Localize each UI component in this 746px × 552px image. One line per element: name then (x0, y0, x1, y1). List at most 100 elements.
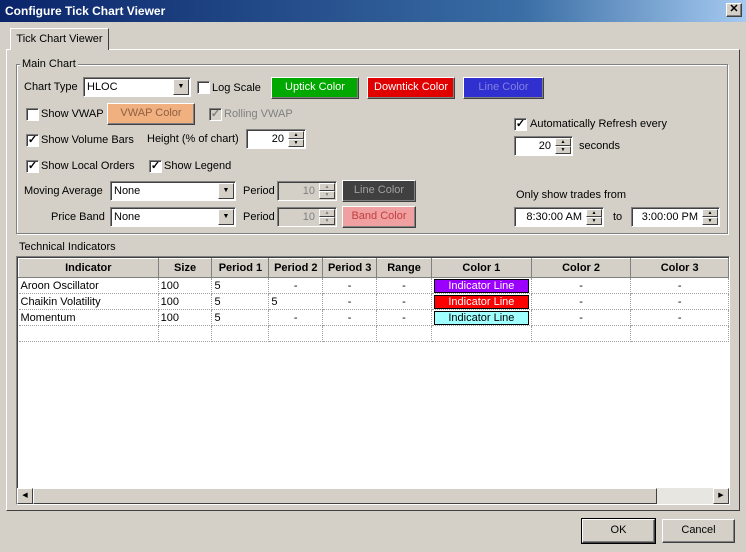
color-1-cell[interactable]: Indicator Line (431, 309, 532, 326)
empty-cell[interactable] (376, 325, 432, 342)
column-header-indicator[interactable]: Indicator (18, 258, 159, 278)
color-1-swatch[interactable]: Indicator Line (433, 278, 529, 293)
uptick-color-button[interactable]: Uptick Color (271, 77, 359, 99)
from-time-picker[interactable]: 8:30:00 AM ▲ ▼ (514, 207, 604, 227)
tab-tick-chart-viewer[interactable]: Tick Chart Viewer (10, 28, 109, 50)
ma-period-stepper[interactable]: 10 ▲ ▼ (277, 181, 337, 201)
indicators-grid[interactable]: Indicator Size Period 1 Period 2 Period … (16, 256, 730, 505)
color-1-cell[interactable]: Indicator Line (431, 293, 532, 310)
vwap-color-button[interactable]: VWAP Color (107, 103, 195, 125)
down-arrow-icon[interactable]: ▼ (319, 217, 335, 225)
up-arrow-icon[interactable]: ▲ (319, 183, 335, 191)
moving-average-select[interactable]: None ▼ (110, 181, 236, 201)
column-header-range[interactable]: Range (376, 258, 432, 278)
period-1-cell[interactable]: 5 (211, 277, 270, 294)
down-arrow-icon[interactable]: ▼ (586, 217, 602, 225)
color-2-cell[interactable]: - (531, 277, 632, 294)
chevron-down-icon[interactable]: ▼ (173, 79, 189, 95)
ma-line-color-button[interactable]: Line Color (342, 180, 416, 202)
size-cell[interactable]: 100 (158, 277, 213, 294)
column-header-color-3[interactable]: Color 3 (630, 258, 729, 278)
up-arrow-icon[interactable]: ▲ (586, 209, 602, 217)
color-1-swatch[interactable]: Indicator Line (433, 310, 529, 325)
period-3-cell[interactable]: - (322, 309, 378, 326)
horizontal-scrollbar[interactable]: ◀ ▶ (17, 488, 729, 504)
log-scale-checkbox[interactable] (197, 81, 210, 94)
empty-cell[interactable] (322, 325, 378, 342)
up-arrow-icon[interactable]: ▲ (555, 138, 571, 146)
table-row[interactable]: Chaikin Volatility 100 5 5 - - Indicator… (18, 293, 729, 310)
band-color-button[interactable]: Band Color (342, 206, 416, 228)
color-3-cell[interactable]: - (630, 277, 729, 294)
column-header-period-1[interactable]: Period 1 (211, 258, 270, 278)
up-arrow-icon[interactable]: ▲ (288, 131, 304, 139)
down-arrow-icon[interactable]: ▼ (288, 139, 304, 147)
column-header-size[interactable]: Size (157, 258, 213, 278)
close-button[interactable]: ✕ (726, 3, 742, 17)
auto-refresh-checkbox[interactable]: ✓ (514, 118, 527, 131)
color-1-swatch[interactable]: Indicator Line (433, 294, 529, 309)
column-header-period-3[interactable]: Period 3 (322, 258, 378, 278)
period-1-cell[interactable]: 5 (211, 309, 270, 326)
refresh-interval-stepper[interactable]: 20 ▲ ▼ (514, 136, 573, 156)
show-legend-checkbox[interactable]: ✓ (149, 160, 162, 173)
range-cell[interactable]: - (376, 293, 432, 310)
empty-cell[interactable] (18, 325, 159, 342)
indicator-cell[interactable]: Chaikin Volatility (18, 293, 159, 310)
table-row[interactable]: Aroon Oscillator 100 5 - - - Indicator L… (18, 277, 729, 294)
column-header-color-1[interactable]: Color 1 (430, 258, 532, 278)
empty-cell[interactable] (531, 325, 632, 342)
cancel-button[interactable]: Cancel (662, 519, 735, 543)
scroll-left-icon[interactable]: ◀ (17, 488, 33, 504)
to-time-picker[interactable]: 3:00:00 PM ▲ ▼ (631, 207, 720, 227)
color-2-cell[interactable]: - (531, 293, 632, 310)
period-1-cell[interactable]: 5 (211, 293, 270, 310)
scroll-right-icon[interactable]: ▶ (713, 488, 729, 504)
color-3-cell[interactable]: - (630, 309, 729, 326)
period-2-cell[interactable]: - (268, 277, 324, 294)
up-arrow-icon[interactable]: ▲ (702, 209, 718, 217)
price-band-select[interactable]: None ▼ (110, 207, 236, 227)
ok-button[interactable]: OK (581, 518, 656, 544)
chevron-down-icon[interactable]: ▼ (218, 183, 234, 199)
size-cell[interactable]: 100 (158, 309, 213, 326)
line-color-button[interactable]: Line Color (463, 77, 544, 99)
empty-cell[interactable] (158, 325, 213, 342)
chart-type-select[interactable]: HLOC ▼ (83, 77, 191, 97)
show-volume-bars-checkbox[interactable]: ✓ (26, 134, 39, 147)
height-stepper[interactable]: 20 ▲ ▼ (246, 129, 306, 149)
table-row-empty[interactable] (18, 325, 729, 342)
tab-label: Tick Chart Viewer (16, 33, 103, 45)
color-3-cell[interactable]: - (630, 293, 729, 310)
empty-cell[interactable] (630, 325, 729, 342)
indicator-cell[interactable]: Momentum (18, 309, 159, 326)
downtick-color-button[interactable]: Downtick Color (367, 77, 455, 99)
color-2-cell[interactable]: - (531, 309, 632, 326)
color-1-cell[interactable]: Indicator Line (431, 277, 532, 294)
period-2-cell[interactable]: 5 (268, 293, 324, 310)
show-local-orders-checkbox[interactable]: ✓ (26, 160, 39, 173)
period-3-cell[interactable]: - (322, 293, 378, 310)
range-cell[interactable]: - (376, 309, 432, 326)
up-arrow-icon[interactable]: ▲ (319, 209, 335, 217)
column-header-period-2[interactable]: Period 2 (268, 258, 324, 278)
moving-average-label: Moving Average (24, 185, 103, 197)
indicator-cell[interactable]: Aroon Oscillator (18, 277, 159, 294)
down-arrow-icon[interactable]: ▼ (702, 217, 718, 225)
period-3-cell[interactable]: - (322, 277, 378, 294)
chevron-down-icon[interactable]: ▼ (218, 209, 234, 225)
table-row[interactable]: Momentum 100 5 - - - Indicator Line - - (18, 309, 729, 326)
range-cell[interactable]: - (376, 277, 432, 294)
column-header-color-2[interactable]: Color 2 (530, 258, 632, 278)
rolling-vwap-checkbox[interactable]: ✓ (209, 108, 222, 121)
pb-period-stepper[interactable]: 10 ▲ ▼ (277, 207, 337, 227)
size-cell[interactable]: 100 (158, 293, 213, 310)
down-arrow-icon[interactable]: ▼ (555, 146, 571, 154)
show-vwap-checkbox[interactable] (26, 108, 39, 121)
empty-cell[interactable] (211, 325, 270, 342)
period-2-cell[interactable]: - (268, 309, 324, 326)
empty-cell[interactable] (268, 325, 324, 342)
scrollbar-thumb[interactable] (33, 488, 657, 504)
down-arrow-icon[interactable]: ▼ (319, 191, 335, 199)
empty-cell[interactable] (431, 325, 532, 342)
